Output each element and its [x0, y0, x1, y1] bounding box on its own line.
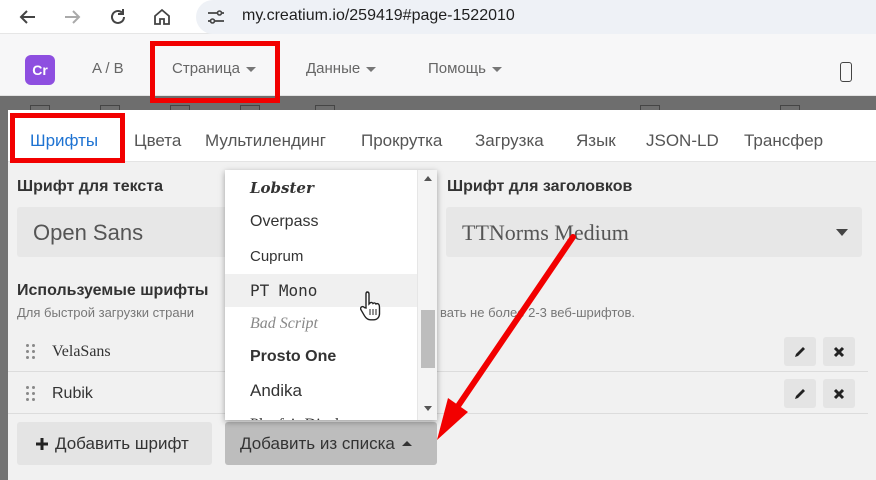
forward-arrow-icon [65, 10, 81, 24]
heading-font-value: TTNorms Medium [462, 220, 629, 245]
menu-help-label: Помощь [428, 60, 486, 77]
close-icon [833, 346, 845, 357]
tab-json-ld[interactable]: JSON-LD [646, 131, 719, 151]
dropdown-scrollbar[interactable] [417, 170, 437, 420]
drag-handle-icon[interactable] [26, 386, 38, 402]
caret-up-icon [401, 441, 412, 446]
add-font-label: Добавить шрифт [55, 433, 189, 453]
mobile-preview-icon[interactable] [840, 62, 852, 82]
dropdown-item-bad-script[interactable]: Bad Script [225, 307, 417, 340]
home-icon [154, 8, 170, 25]
menu-data-label: Данные [306, 60, 361, 77]
tab-language[interactable]: Язык [576, 131, 616, 151]
settings-tabs: Шрифты Цвета Мультилендинг Прокрутка Заг… [8, 110, 876, 162]
heading-font-label: Шрифт для заголовков [447, 178, 633, 195]
scrollbar-thumb[interactable] [421, 310, 435, 368]
used-fonts-label: Используемые шрифты [17, 282, 209, 299]
dropdown-item-lobster[interactable]: Lobster [225, 171, 417, 204]
app-header: Cr A / B Страница Данные Помощь [0, 34, 876, 96]
drag-handle-icon[interactable] [26, 344, 38, 360]
tab-loading[interactable]: Загрузка [475, 131, 544, 151]
reload-icon [111, 9, 125, 24]
annotation-box-page-menu [150, 41, 280, 103]
forward-button[interactable] [58, 3, 86, 31]
caret-down-icon [491, 66, 502, 72]
font-name: Rubik [52, 385, 93, 402]
menu-data[interactable]: Данные [306, 60, 377, 77]
font-dropdown[interactable]: Lobster Overpass Cuprum PT Mono Bad Scri… [225, 170, 437, 420]
edit-font-button[interactable] [784, 379, 816, 408]
url-text[interactable]: my.creatium.io/259419#page-1522010 [242, 7, 515, 25]
plus-icon [36, 437, 48, 450]
text-font-label: Шрифт для текста [17, 178, 164, 195]
caret-down-icon [836, 229, 848, 236]
dropdown-item-prosto-one[interactable]: Prosto One [225, 340, 417, 373]
tab-colors[interactable]: Цвета [134, 131, 181, 151]
tab-transfer[interactable]: Трансфер [744, 131, 823, 151]
add-font-button[interactable]: Добавить шрифт [17, 422, 212, 465]
font-row: VelaSans [8, 332, 868, 372]
tab-scroll[interactable]: Прокрутка [361, 131, 442, 151]
tab-multilanding[interactable]: Мультилендинг [205, 131, 326, 151]
logo-text: Cr [32, 62, 48, 78]
close-icon [833, 388, 845, 399]
edit-font-button[interactable] [784, 337, 816, 366]
creatium-logo[interactable]: Cr [25, 55, 55, 85]
back-arrow-icon [19, 10, 35, 24]
site-settings-icon[interactable] [204, 5, 228, 29]
hint-text-left: Для быстрой загрузки страни [17, 305, 195, 320]
annotation-box-fonts-tab [10, 113, 125, 163]
dropdown-item-cuprum[interactable]: Cuprum [225, 240, 417, 273]
hint-text-right: вать не более 2-3 веб-шрифтов. [440, 305, 636, 320]
pencil-icon [795, 346, 805, 357]
browser-toolbar: my.creatium.io/259419#page-1522010 [0, 0, 876, 34]
menu-help[interactable]: Помощь [428, 60, 502, 77]
dropdown-item-andika[interactable]: Andika [225, 374, 417, 407]
text-font-value: Open Sans [33, 220, 144, 245]
scroll-down-icon[interactable] [424, 406, 432, 411]
address-bar[interactable]: my.creatium.io/259419#page-1522010 [196, 0, 876, 34]
delete-font-button[interactable] [823, 379, 855, 408]
caret-down-icon [366, 66, 377, 72]
dropdown-item-overpass[interactable]: Overpass [225, 205, 417, 238]
pencil-icon [795, 388, 805, 399]
home-button[interactable] [148, 3, 176, 31]
menu-ab[interactable]: A / B [92, 60, 124, 77]
back-button[interactable] [14, 3, 42, 31]
hand-cursor-icon [360, 291, 381, 321]
dropdown-item-pt-mono[interactable]: PT Mono [225, 274, 417, 307]
heading-font-select[interactable]: TTNorms Medium [446, 207, 862, 257]
reload-button[interactable] [104, 3, 132, 31]
add-from-list-label: Добавить из списка [240, 433, 395, 453]
settings-panel: Шрифты Цвета Мультилендинг Прокрутка Заг… [8, 110, 876, 480]
add-from-list-button[interactable]: Добавить из списка [225, 422, 437, 465]
dropdown-item-playfair[interactable]: Playfair Display [225, 408, 417, 421]
font-row: Rubik [8, 374, 868, 414]
delete-font-button[interactable] [823, 337, 855, 366]
font-name: VelaSans [52, 343, 111, 360]
scroll-up-icon[interactable] [424, 176, 432, 181]
